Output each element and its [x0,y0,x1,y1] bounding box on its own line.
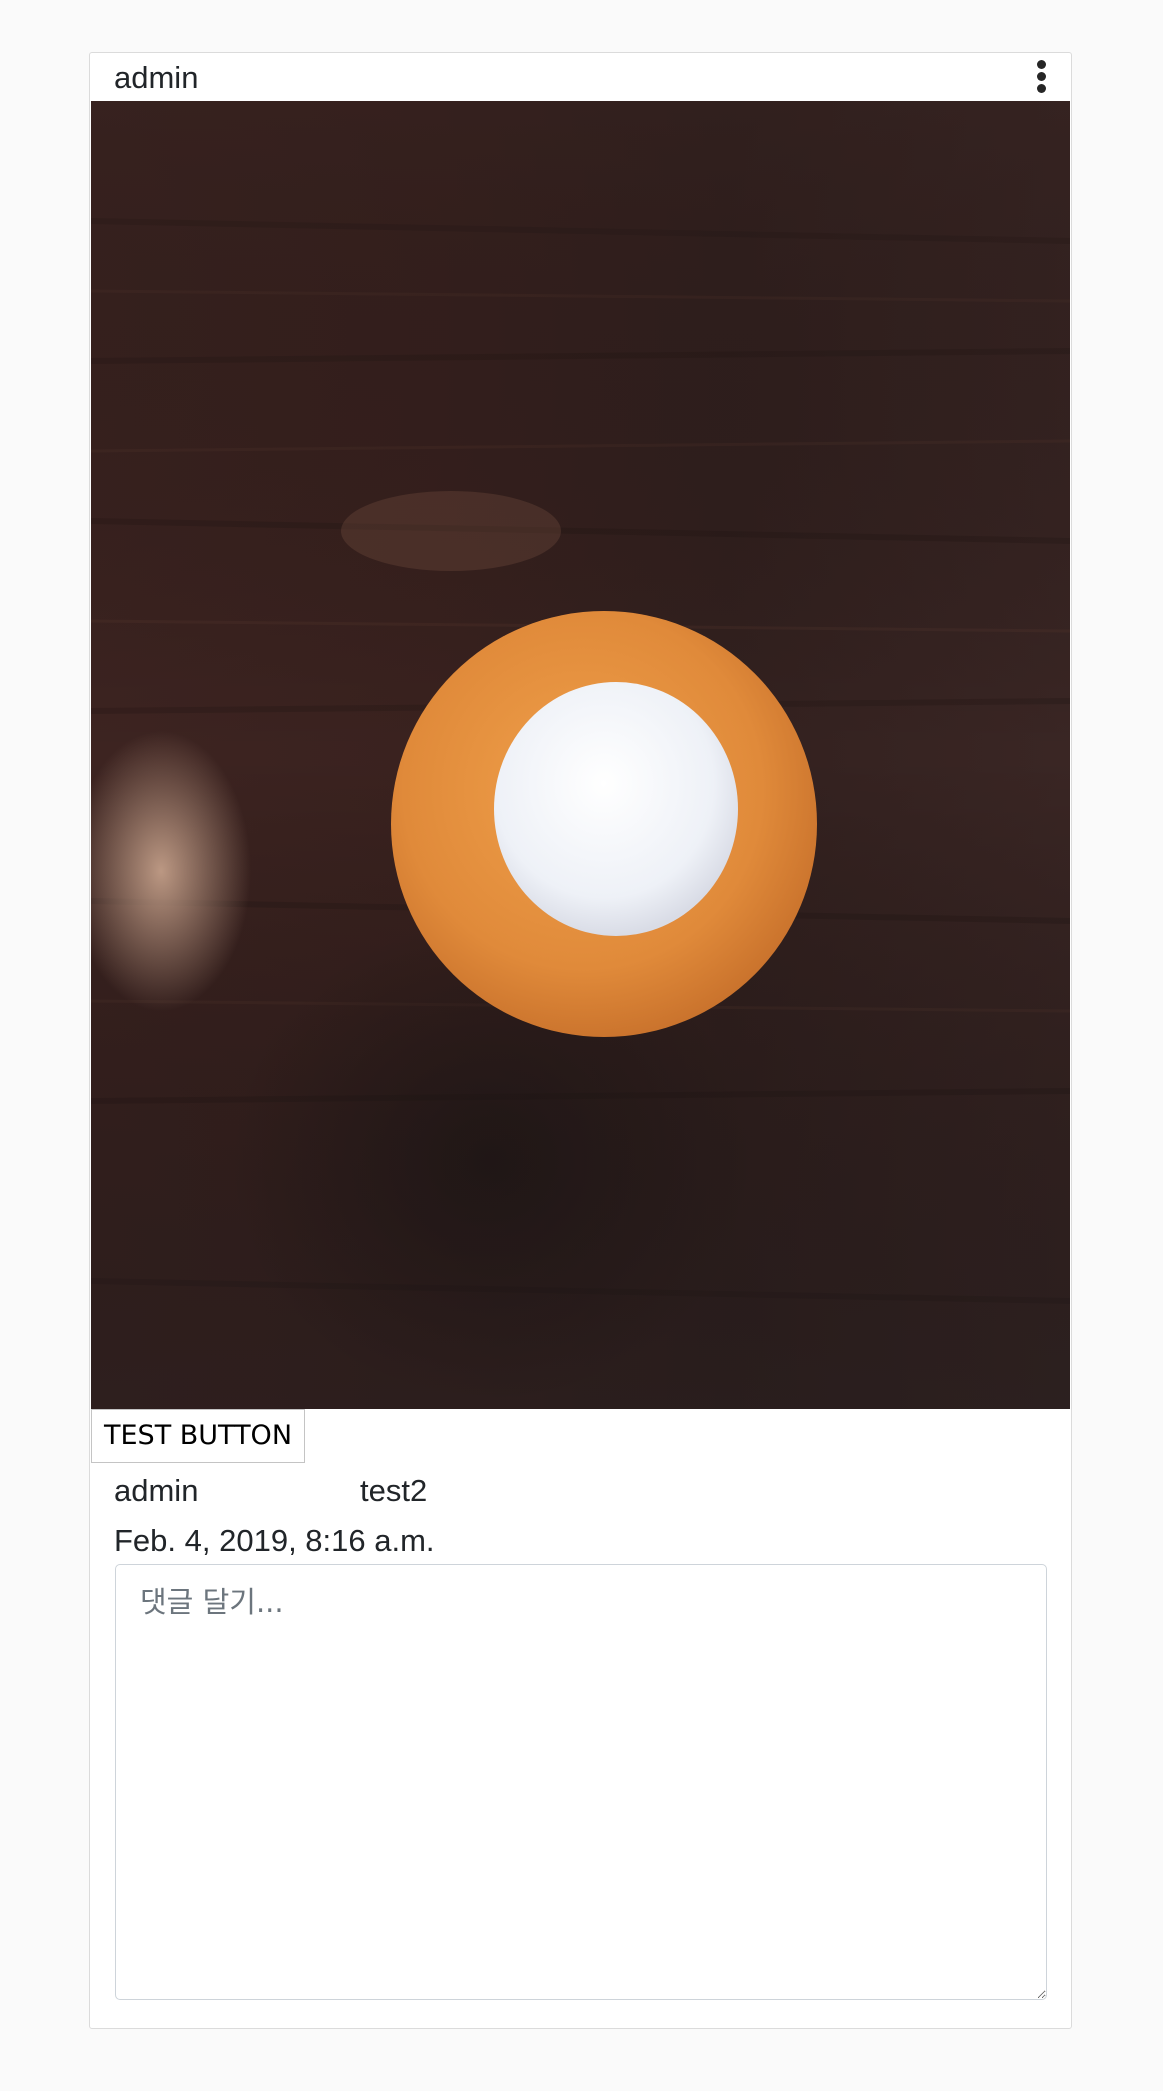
post-author[interactable]: admin [114,59,198,97]
caption-text: test2 [360,1473,428,1508]
more-vertical-icon[interactable] [1031,59,1051,95]
post-header: admin [90,53,1071,101]
latte-photo-image [91,101,1070,1409]
comment-input[interactable] [115,1564,1047,2000]
post-photo [91,101,1070,1409]
test-button[interactable]: TEST BUTTON [91,1409,306,1463]
post-caption: admin test2 [114,1469,427,1513]
caption-author[interactable]: admin [114,1469,360,1513]
post-date: Feb. 4, 2019, 8:16 a.m. [114,1523,435,1558]
post-card: admin TEST BUTTON admin test2 Feb. 4, 20… [89,52,1072,2029]
